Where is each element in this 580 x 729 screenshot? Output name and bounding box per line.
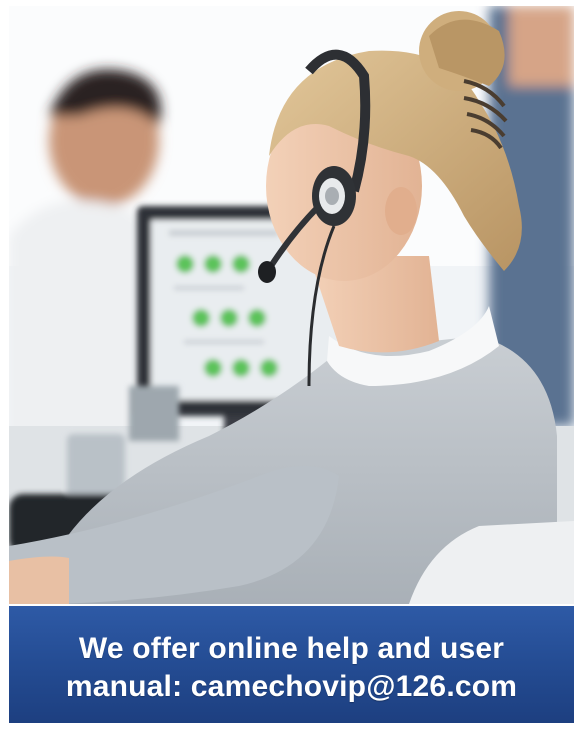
banner-text-line-1: We offer online help and user [78,632,505,665]
headset-agent-illustration [9,6,574,604]
help-banner: We offer online help and user manual: ca… [9,606,574,723]
support-agent-photo [9,6,574,604]
promo-card: We offer online help and user manual: ca… [9,6,574,723]
banner-text-line-2: manual: camechovip@126.com [65,670,518,703]
